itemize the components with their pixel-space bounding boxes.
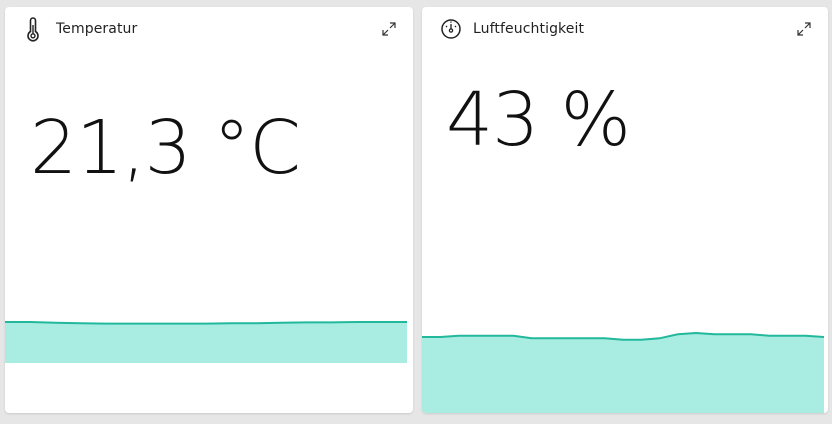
thermometer-icon — [23, 17, 43, 43]
humidity-card[interactable]: Luftfeuchtigkeit 43 % — [422, 7, 828, 413]
temperature-value: 21,3 °C — [30, 105, 301, 191]
temperature-history-area — [5, 322, 407, 363]
humidity-history-area — [422, 333, 824, 413]
expand-icon[interactable] — [796, 21, 812, 37]
humidity-history-chart — [422, 331, 824, 413]
expand-icon[interactable] — [381, 21, 397, 37]
gauge-icon — [440, 18, 461, 44]
humidity-value: 43 % — [446, 77, 631, 163]
humidity-card-title: Luftfeuchtigkeit — [473, 21, 585, 37]
temperature-card[interactable]: Temperatur 21,3 °C — [5, 7, 413, 413]
temperature-history-chart — [5, 321, 407, 363]
temperature-card-header: Temperatur — [5, 7, 413, 51]
humidity-card-header: Luftfeuchtigkeit — [422, 7, 828, 51]
temperature-card-title: Temperatur — [56, 21, 138, 37]
